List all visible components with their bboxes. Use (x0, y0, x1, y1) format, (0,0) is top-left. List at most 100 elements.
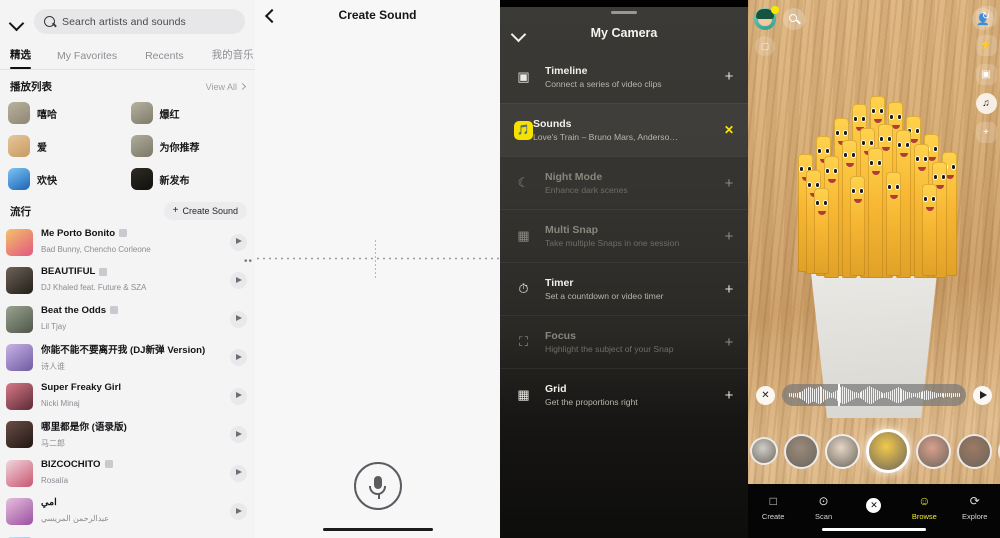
sound-trimmer: ✕ (748, 378, 1000, 412)
tab-recents[interactable]: Recents (145, 45, 184, 69)
song-row[interactable]: Super Freaky Girl Nicki Minaj (0, 377, 255, 416)
playlist-item[interactable]: 爆红 (130, 98, 248, 128)
music-icon[interactable]: ♫ (975, 93, 997, 114)
option-subtitle: Set a countdown or video timer (545, 291, 664, 301)
song-row[interactable]: 聚光灯音乐 (0, 531, 255, 538)
shutter-icon: ✕ (866, 497, 882, 513)
play-icon[interactable] (973, 385, 992, 405)
close-icon[interactable]: ✕ (756, 385, 775, 405)
option-title: Timer (545, 277, 574, 289)
song-row[interactable]: 你能不能不要离开我 (DJ新弹 Version) 诗人谁 (0, 339, 255, 378)
sheet-grabber[interactable] (611, 11, 637, 14)
playlist-item[interactable]: 为你推荐 (130, 131, 248, 161)
playhead-marker (375, 240, 376, 280)
more-dots-icon[interactable]: •• (244, 256, 253, 267)
nav-shutter[interactable]: ✕ (851, 497, 897, 516)
chevron-down-icon[interactable] (510, 25, 526, 41)
play-button[interactable] (230, 310, 247, 328)
option-action-button[interactable]: ✕ (722, 124, 736, 136)
playlist-item[interactable]: 爱 (8, 131, 125, 161)
playlist-item[interactable]: 欢快 (8, 164, 125, 194)
song-artist: Rosalía (41, 475, 69, 485)
song-row[interactable]: BIZCOCHITO Rosalía (0, 454, 255, 493)
avatar[interactable] (754, 6, 779, 30)
lens-thumbnail[interactable] (916, 433, 951, 469)
tab-my-music[interactable]: 我的音乐 (212, 42, 254, 69)
option-action-button[interactable]: + (722, 176, 736, 191)
nav-create[interactable]: □ Create (750, 492, 796, 522)
fry-face (922, 184, 937, 276)
playlist-item[interactable]: 新发布 (130, 164, 248, 194)
song-meta: BEAUTIFUL DJ Khaled feat. Future & SZA (41, 266, 222, 295)
chevron-down-icon[interactable] (8, 13, 26, 31)
playlist-item[interactable]: 嘻哈 (8, 98, 125, 128)
create-sound-button[interactable]: + Create Sound (163, 202, 247, 220)
lens-thumbnail[interactable] (750, 437, 778, 465)
waveform-area[interactable] (255, 240, 500, 280)
camera-option-timeline[interactable]: ▣ Timeline Connect a series of video clips… (500, 50, 748, 103)
option-action-button[interactable]: + (722, 388, 736, 403)
song-title: 哪里都是你 (语录版) (41, 421, 127, 433)
album-art (6, 305, 33, 333)
play-button[interactable] (230, 503, 247, 521)
play-button[interactable] (230, 426, 247, 444)
camera-option-night-mode[interactable]: ☾ Night Mode Enhance dark scenes + (500, 156, 748, 209)
record-button[interactable] (353, 462, 402, 510)
option-action-button[interactable]: + (722, 335, 736, 350)
nav-explore[interactable]: ⟳ Explore (952, 492, 998, 522)
camera-option-grid[interactable]: ▦ Grid Get the proportions right + (500, 368, 748, 421)
view-all-button[interactable]: View All (206, 82, 247, 92)
search-button[interactable] (783, 8, 805, 30)
option-action-button[interactable]: + (722, 282, 736, 297)
lens-thumbnail[interactable] (825, 433, 860, 469)
song-title: Super Freaky Girl (41, 381, 121, 393)
option-action-button[interactable]: + (722, 69, 736, 84)
lens-thumbnail[interactable] (784, 433, 819, 469)
lens-thumbnail[interactable] (957, 433, 992, 469)
tab-featured[interactable]: 精选 (10, 42, 31, 69)
song-row[interactable]: امي عبدالرحمن المريسي (0, 493, 255, 532)
more-plus-icon[interactable]: + (975, 122, 997, 143)
play-button[interactable] (230, 464, 247, 482)
lens-thumbnail[interactable] (866, 429, 910, 473)
song-artist: 诗人谁 (41, 361, 65, 371)
nav-browse[interactable]: ☺ Browse (901, 492, 947, 522)
flip-camera-icon[interactable]: ↻ (975, 6, 997, 27)
play-button[interactable] (230, 233, 247, 251)
playlist-grid: 嘻哈 爆红爱 为你推荐欢快 新发布 (0, 98, 255, 194)
audio-waveform-track[interactable] (782, 384, 966, 406)
play-button[interactable] (230, 349, 247, 367)
song-row[interactable]: 哪里都是你 (语录版) 马二郎 (0, 416, 255, 455)
flash-icon[interactable]: ⚡ (975, 35, 997, 56)
camera-option-timer[interactable]: ⏱ Timer Set a countdown or video timer + (500, 262, 748, 315)
option-title: Multi Snap (545, 224, 599, 236)
back-chevron-icon[interactable] (263, 8, 277, 22)
trending-header: 流行 + Create Sound (0, 194, 255, 223)
option-subtitle: Get the proportions right (545, 397, 638, 407)
timeline-icon[interactable]: ▣ (975, 64, 997, 85)
explicit-badge (119, 229, 128, 238)
album-art (6, 459, 33, 487)
option-action-button[interactable]: + (722, 229, 736, 244)
song-row[interactable]: Beat the Odds Lil Tjay (0, 300, 255, 339)
camera-option-focus[interactable]: ⛶ Focus Highlight the subject of your Snap… (500, 315, 748, 368)
play-button[interactable] (230, 387, 247, 405)
playlist-label: 为你推荐 (159, 142, 200, 154)
song-row[interactable]: BEAUTIFUL DJ Khaled feat. Future & SZA (0, 262, 255, 301)
nav-scan[interactable]: ⊙ Scan (801, 492, 847, 522)
option-subtitle: Take multiple Snaps in one session (545, 238, 680, 248)
trim-handle-left[interactable] (838, 384, 840, 406)
camera-option-multi-snap[interactable]: ▦ Multi Snap Take multiple Snaps in one se… (500, 209, 748, 262)
memories-icon[interactable]: ▢ (755, 36, 775, 56)
play-button[interactable] (230, 272, 247, 290)
layers-icon: ▦ (517, 228, 530, 243)
timer-icon: ⏱ (518, 281, 529, 296)
bottom-navigation: □ Create ⊙ Scan ✕ ☺ Browse ⟳ Explore (748, 484, 1000, 538)
fry-eyes (879, 136, 892, 142)
camera-option-sounds[interactable]: Sounds Love's Train – Bruno Mars, Anderso… (500, 103, 748, 156)
fry-face (814, 188, 829, 274)
playlist-thumbnail (8, 102, 30, 124)
tab-my-favorites[interactable]: My Favorites (57, 45, 117, 69)
search-input[interactable]: Search artists and sounds (34, 9, 245, 34)
song-row[interactable]: Me Porto Bonito Bad Bunny, Chencho Corleo… (0, 223, 255, 262)
